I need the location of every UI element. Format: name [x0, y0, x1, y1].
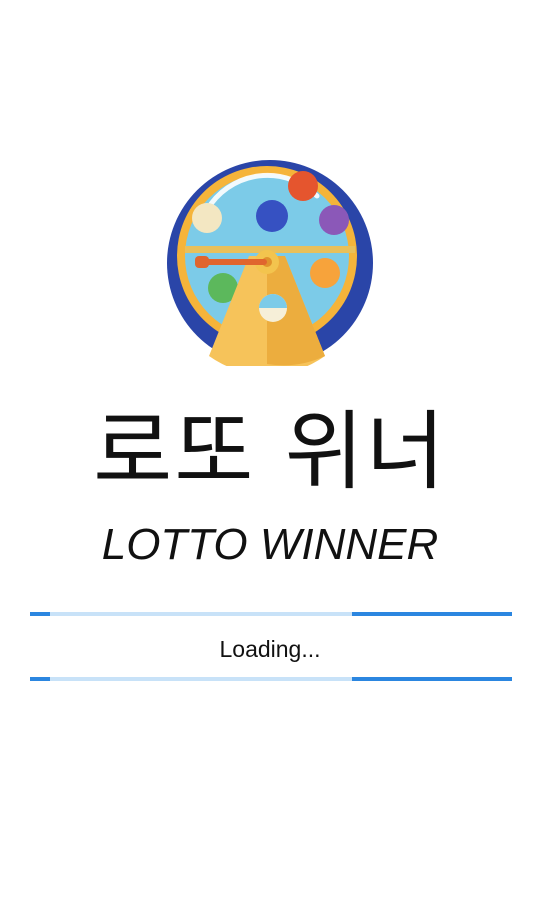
progress-indicator	[30, 612, 50, 616]
app-title-english: LOTTO WINNER	[101, 520, 439, 569]
progress-bar-bottom	[30, 677, 512, 681]
progress-bar-top	[30, 612, 512, 616]
progress-indicator	[352, 612, 512, 616]
progress-indicator	[30, 677, 50, 681]
app-title-korean: 로또 위너	[93, 402, 447, 502]
loading-text: Loading...	[219, 636, 321, 662]
lottery-machine-icon	[167, 160, 373, 366]
progress-indicator	[352, 677, 512, 681]
